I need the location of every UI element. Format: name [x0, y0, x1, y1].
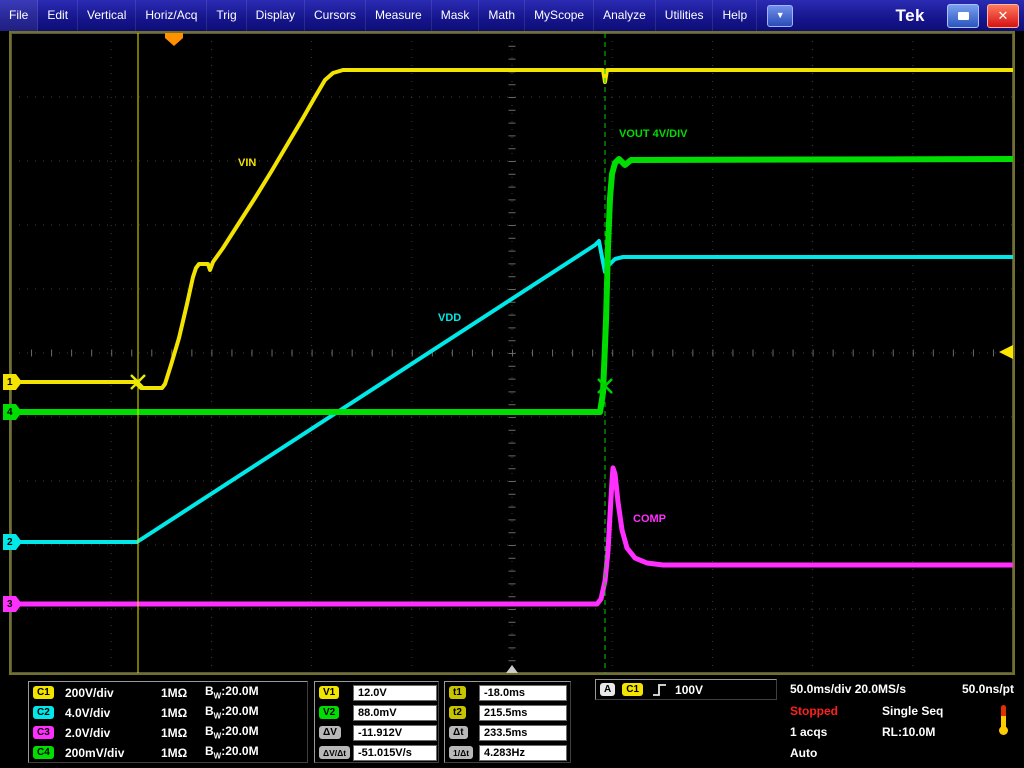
minimize-button[interactable]	[947, 4, 979, 28]
v1-row: V1 12.0V	[315, 683, 438, 702]
inv-dt-row: 1/Δt 4.283Hz	[445, 743, 570, 762]
acq-mode: Single Seq	[882, 704, 943, 718]
trigger-source-badge[interactable]: C1	[622, 683, 643, 696]
thermometer-icon	[998, 705, 1008, 735]
status-panel: C1 200V/div 1MΩ BW:20.0M C2 4.0V/div 1MΩ…	[0, 676, 1024, 768]
horizontal-reference-marker[interactable]	[506, 665, 518, 673]
menu-bar: File Edit Vertical Horiz/Acq Trig Displa…	[0, 0, 1024, 31]
t2-row: t2 215.5ms	[445, 703, 570, 722]
traces	[14, 70, 1013, 604]
v2-value: 88.0mV	[353, 705, 437, 721]
menu-trig[interactable]: Trig	[207, 0, 246, 31]
c1-scale: 200V/div	[65, 686, 161, 700]
time-cursor-box: t1 -18.0ms t2 215.5ms Δt 233.5ms 1/Δt 4.…	[444, 681, 571, 763]
dv-dt-value: -51.015V/s	[353, 745, 437, 761]
menu-mask[interactable]: Mask	[432, 0, 480, 31]
dv-row: ΔV -11.912V	[315, 723, 438, 742]
c2-impedance: 1MΩ	[161, 706, 205, 720]
one-over-dt-badge: 1/Δt	[449, 746, 473, 759]
minimize-icon	[958, 12, 969, 20]
channel-row-c3: C3 2.0V/div 1MΩ BW:20.0M	[29, 723, 307, 742]
menu-measure[interactable]: Measure	[366, 0, 432, 31]
close-button[interactable]: ✕	[987, 4, 1019, 28]
v2-badge[interactable]: V2	[319, 706, 339, 719]
c1-impedance: 1MΩ	[161, 686, 205, 700]
dt-row: Δt 233.5ms	[445, 723, 570, 742]
c2-badge[interactable]: C2	[33, 706, 54, 719]
t2-value: 215.5ms	[479, 705, 567, 721]
graticule	[11, 33, 1013, 673]
menu-display[interactable]: Display	[247, 0, 305, 31]
t1-row: t1 -18.0ms	[445, 683, 570, 702]
waveform-display: VIN VDD VOUT 4V/DIV COMP 1 4 2 3	[9, 31, 1015, 675]
c3-bandwidth: BW:20.0M	[205, 724, 259, 740]
t1-value: -18.0ms	[479, 685, 567, 701]
vout-label: VOUT 4V/DIV	[619, 128, 688, 140]
c3-scale: 2.0V/div	[65, 726, 161, 740]
v1-value: 12.0V	[353, 685, 437, 701]
menu-file[interactable]: File	[0, 0, 38, 31]
c2-bandwidth: BW:20.0M	[205, 704, 259, 720]
delta-t-badge: Δt	[449, 726, 468, 739]
record-length: RL:10.0M	[882, 725, 935, 739]
channel-row-c2: C2 4.0V/div 1MΩ BW:20.0M	[29, 703, 307, 722]
acquisition-info: 50.0ms/div 20.0MS/s 50.0ns/pt Stopped Si…	[786, 679, 1016, 765]
trace-vout	[14, 159, 1013, 412]
menu-dropdown-button[interactable]: ▼	[767, 5, 793, 27]
rising-edge-icon	[652, 683, 667, 697]
acq-status: Stopped	[790, 704, 838, 718]
c4-impedance: 1MΩ	[161, 746, 205, 760]
t2-badge[interactable]: t2	[449, 706, 466, 719]
trigger-position-marker[interactable]	[165, 33, 183, 46]
delta-v-value: -11.912V	[353, 725, 437, 741]
menu-utilities[interactable]: Utilities	[656, 0, 714, 31]
menu-myscope[interactable]: MyScope	[525, 0, 594, 31]
menu-cursors[interactable]: Cursors	[305, 0, 366, 31]
menu-analyze[interactable]: Analyze	[594, 0, 656, 31]
tek-logo: Tek	[895, 6, 925, 26]
graticule-canvas: VIN VDD VOUT 4V/DIV COMP	[11, 33, 1013, 673]
menu-math[interactable]: Math	[479, 0, 525, 31]
acq-count: 1 acqs	[790, 725, 827, 739]
dv-dt-badge: ΔV/Δt	[319, 746, 350, 759]
delta-v-badge: ΔV	[319, 726, 341, 739]
resolution-readout: 50.0ns/pt	[962, 682, 1014, 696]
channel-settings-box: C1 200V/div 1MΩ BW:20.0M C2 4.0V/div 1MΩ…	[28, 681, 308, 763]
c4-badge[interactable]: C4	[33, 746, 54, 759]
v2-row: V2 88.0mV	[315, 703, 438, 722]
comp-label: COMP	[633, 513, 666, 525]
menu-help[interactable]: Help	[713, 0, 757, 31]
c3-badge[interactable]: C3	[33, 726, 54, 739]
trigger-level-arrow[interactable]	[999, 345, 1013, 359]
menu-edit[interactable]: Edit	[38, 0, 78, 31]
timebase-readout: 50.0ms/div 20.0MS/s	[790, 682, 906, 696]
trigger-mode: Auto	[790, 746, 817, 760]
vdd-label: VDD	[438, 312, 461, 324]
c4-scale: 200mV/div	[65, 746, 161, 760]
trigger-readout-box[interactable]: A C1 100V	[595, 679, 777, 700]
channel-row-c1: C1 200V/div 1MΩ BW:20.0M	[29, 683, 307, 702]
voltage-cursor-box: V1 12.0V V2 88.0mV ΔV -11.912V ΔV/Δt -51…	[314, 681, 439, 763]
menu-horiz-acq[interactable]: Horiz/Acq	[136, 0, 207, 31]
c3-impedance: 1MΩ	[161, 726, 205, 740]
menu-vertical[interactable]: Vertical	[78, 0, 136, 31]
channel-row-c4: C4 200mV/div 1MΩ BW:20.0M	[29, 743, 307, 762]
v1-badge[interactable]: V1	[319, 686, 339, 699]
one-over-dt-value: 4.283Hz	[479, 745, 567, 761]
trigger-level: 100V	[675, 683, 703, 697]
dvdt-row: ΔV/Δt -51.015V/s	[315, 743, 438, 762]
t1-badge[interactable]: t1	[449, 686, 466, 699]
c1-badge[interactable]: C1	[33, 686, 54, 699]
oscilloscope-app: File Edit Vertical Horiz/Acq Trig Displa…	[0, 0, 1024, 768]
trigger-system-badge: A	[600, 683, 615, 696]
delta-t-value: 233.5ms	[479, 725, 567, 741]
c2-scale: 4.0V/div	[65, 706, 161, 720]
c1-bandwidth: BW:20.0M	[205, 684, 259, 700]
c4-bandwidth: BW:20.0M	[205, 744, 259, 760]
vin-label: VIN	[238, 157, 256, 169]
